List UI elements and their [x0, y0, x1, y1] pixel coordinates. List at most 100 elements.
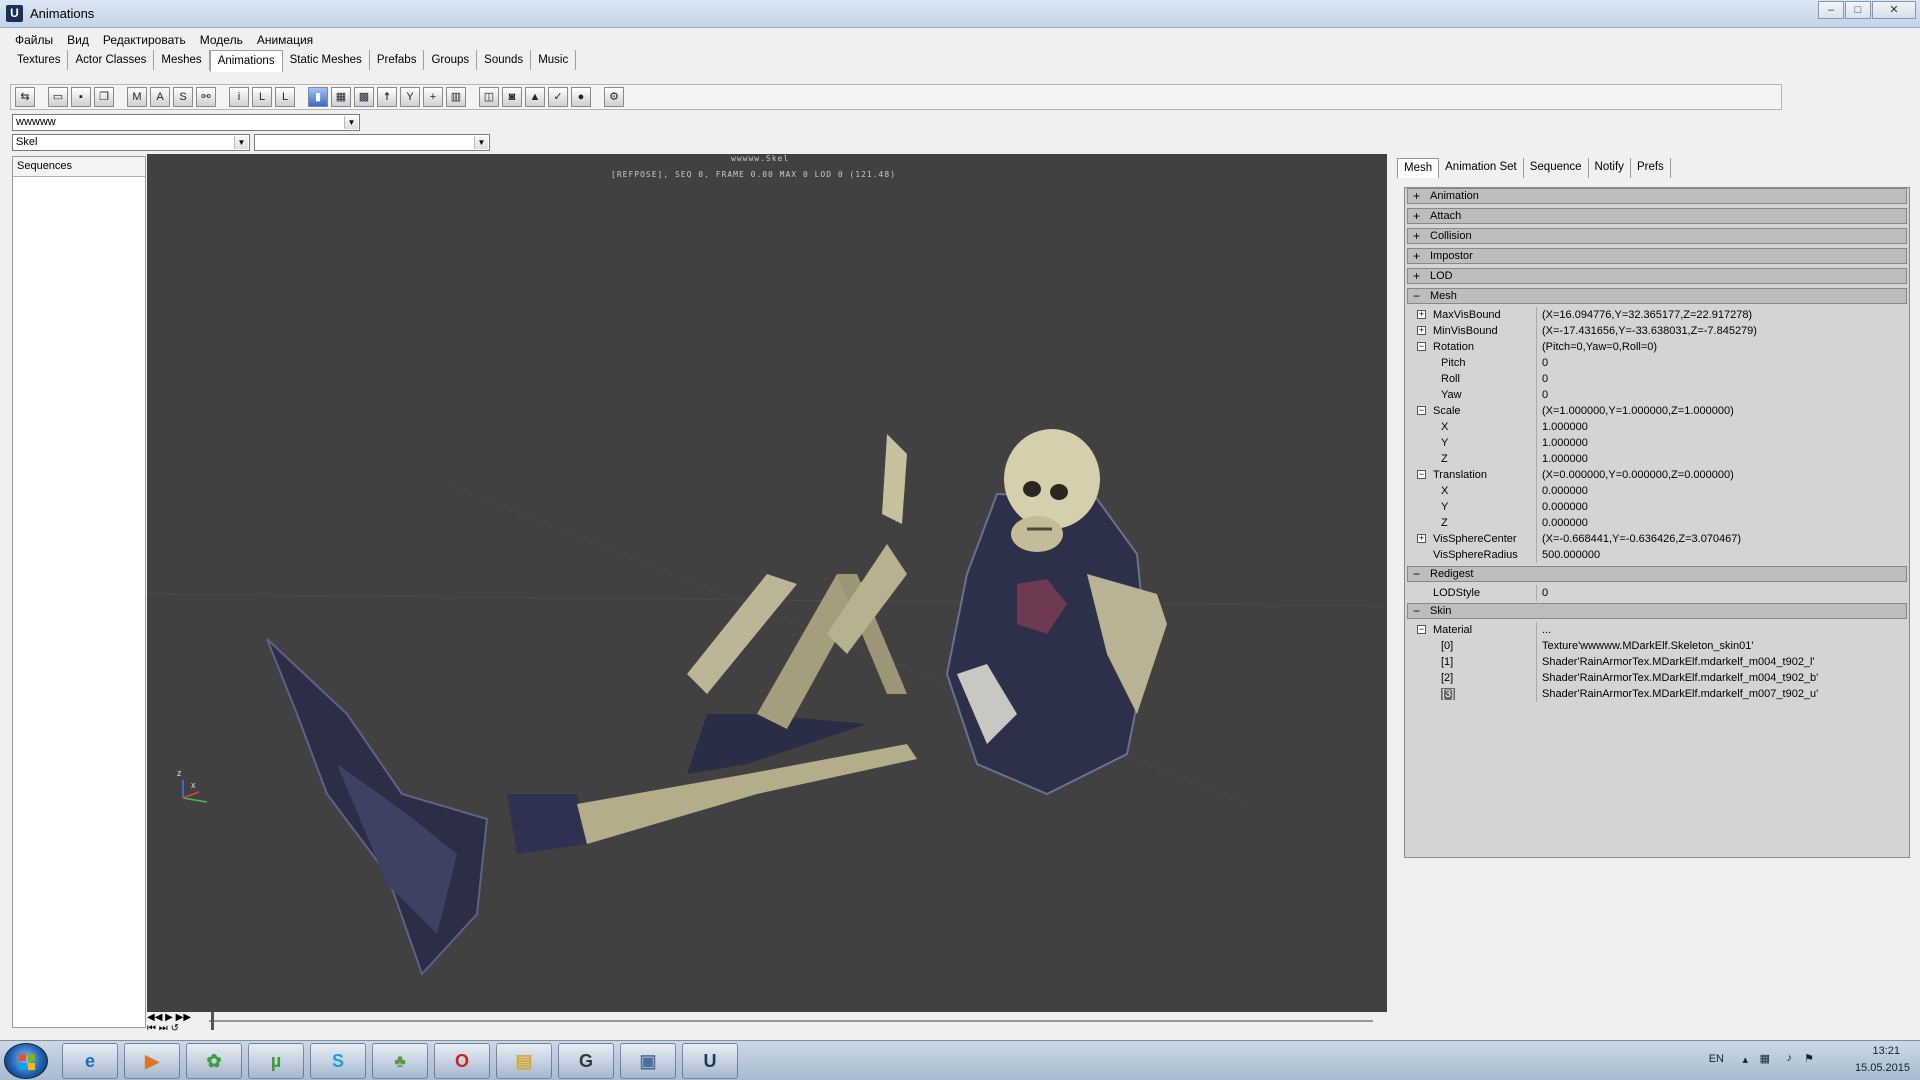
anim-combo[interactable]: Skel ▼ [12, 134, 250, 151]
tab-sequence[interactable]: Sequence [1524, 158, 1589, 178]
expand-icon[interactable]: + [1413, 249, 1420, 263]
property-value[interactable]: (X=1.000000,Y=1.000000,Z=1.000000) [1538, 403, 1734, 419]
property-value[interactable]: ... [1538, 622, 1551, 638]
property-row[interactable]: − Material... [1407, 622, 1907, 638]
window-taskbar-icon[interactable]: ▣ [620, 1043, 676, 1079]
play-button[interactable]: ▶ [165, 1012, 173, 1023]
menu-files[interactable]: Файлы [8, 29, 60, 49]
fast-forward-button[interactable]: ▶▶ [176, 1012, 191, 1023]
property-value[interactable]: Shader'RainArmorTex.MDarkElf.mdarkelf_m0… [1538, 654, 1815, 670]
property-row[interactable]: VisSphereRadius 500.000000 [1407, 547, 1907, 563]
category-attach[interactable]: + Attach [1407, 208, 1907, 224]
volume-icon[interactable]: ♪ [1787, 1052, 1793, 1064]
property-row[interactable]: + VisSphereCenter (X=-0.668441,Y=-0.636426… [1407, 531, 1907, 547]
link-icon[interactable]: ⚯ [196, 87, 216, 107]
tab-animation-set[interactable]: Animation Set [1439, 158, 1524, 178]
explorer-taskbar-icon[interactable]: ▤ [496, 1043, 552, 1079]
icq-taskbar-icon[interactable]: ✿ [186, 1043, 242, 1079]
property-row[interactable]: Y 1.000000 [1407, 435, 1907, 451]
collapse-icon[interactable]: − [1417, 342, 1426, 351]
property-row[interactable]: [2] Shader'RainArmorTex.MDarkElf.mdarkelf… [1407, 670, 1907, 686]
expand-icon[interactable]: + [1413, 209, 1420, 223]
property-value[interactable]: (Pitch=0,Yaw=0,Roll=0) [1538, 339, 1657, 355]
sequence-combo[interactable]: ▼ [254, 134, 490, 151]
chevron-down-icon[interactable]: ▼ [474, 136, 488, 149]
menu-model[interactable]: Модель [193, 29, 250, 49]
property-value[interactable]: (X=-17.431656,Y=-33.638031,Z=-7.845279) [1538, 323, 1757, 339]
property-value[interactable]: Shader'RainArmorTex.MDarkElf.mdarkelf_m0… [1538, 670, 1818, 686]
property-row[interactable]: Z 1.000000 [1407, 451, 1907, 467]
property-value[interactable]: 0 [1538, 355, 1548, 371]
property-row[interactable]: X 1.000000 [1407, 419, 1907, 435]
highlight-icon[interactable]: ▥ [446, 87, 466, 107]
chevron-down-icon[interactable]: ▼ [344, 116, 358, 129]
tab-notify[interactable]: Notify [1589, 158, 1631, 178]
property-value[interactable]: 0 [1538, 387, 1548, 403]
sequences-list[interactable] [13, 178, 145, 1027]
property-value[interactable]: 0.000000 [1538, 483, 1588, 499]
collapse-icon[interactable]: − [1417, 406, 1426, 415]
tab-animations[interactable]: Animations [209, 50, 283, 72]
bones-icon[interactable]: Y [400, 87, 420, 107]
export-icon[interactable]: ◫ [479, 87, 499, 107]
collapse-icon[interactable]: − [1413, 567, 1420, 581]
property-row[interactable]: [1] Shader'RainArmorTex.MDarkElf.mdarkelf… [1407, 654, 1907, 670]
property-row[interactable]: Y 0.000000 [1407, 499, 1907, 515]
bone-icon[interactable]: i [229, 87, 249, 107]
expand-icon[interactable]: + [1413, 229, 1420, 243]
rewind-button[interactable]: ◀◀ [147, 1012, 162, 1023]
grid-icon[interactable]: ▩ [354, 87, 374, 107]
clock-date[interactable]: 15.05.2015 [1855, 1062, 1910, 1074]
property-value[interactable]: (X=16.094776,Y=32.365177,Z=22.917278) [1538, 307, 1752, 323]
property-row-selected[interactable]: [3] Shader'RainArmorTex.MDarkElf.mdarkelf… [1407, 686, 1907, 702]
property-value[interactable]: (X=-0.668441,Y=-0.636426,Z=3.070467) [1538, 531, 1741, 547]
tab-music[interactable]: Music [531, 50, 577, 70]
category-collision[interactable]: + Collision [1407, 228, 1907, 244]
property-value[interactable]: 0 [1538, 585, 1548, 601]
property-row[interactable]: Roll 0 [1407, 371, 1907, 387]
app-taskbar-icon[interactable]: G [558, 1043, 614, 1079]
last-frame-button[interactable]: ⏭ [159, 1023, 168, 1034]
internet-explorer-taskbar-icon[interactable]: e [62, 1043, 118, 1079]
wire-icon[interactable]: ▦ [331, 87, 351, 107]
property-row[interactable]: Pitch 0 [1407, 355, 1907, 371]
first-frame-button[interactable]: ⏮ [147, 1023, 156, 1034]
graph-icon[interactable]: ▲ [525, 87, 545, 107]
language-indicator[interactable]: EN [1709, 1053, 1724, 1065]
collapse-icon[interactable]: − [1417, 625, 1426, 634]
property-value[interactable]: 1.000000 [1538, 435, 1588, 451]
maximize-button[interactable]: □ [1845, 1, 1871, 19]
book-icon[interactable]: ▮ [308, 87, 328, 107]
anim-props-icon[interactable]: A [150, 87, 170, 107]
property-value[interactable]: Texture'wwwww.MDarkElf.Skeleton_skin01' [1538, 638, 1753, 654]
expand-icon[interactable]: + [1417, 310, 1426, 319]
media-player-taskbar-icon[interactable]: ▶ [124, 1043, 180, 1079]
tab-groups[interactable]: Groups [424, 50, 478, 70]
property-value[interactable]: (X=0.000000,Y=0.000000,Z=0.000000) [1538, 467, 1734, 483]
mesh-combo[interactable]: wwwww ▼ [12, 114, 360, 131]
property-row[interactable]: + MinVisBound (X=-17.431656,Y=-33.638031,Z… [1407, 323, 1907, 339]
unreal-taskbar-icon[interactable]: U [682, 1043, 738, 1079]
seq-props-icon[interactable]: S [173, 87, 193, 107]
category-redigest[interactable]: − Redigest [1407, 566, 1907, 582]
expand-icon[interactable]: + [1413, 269, 1420, 283]
tab-static-meshes[interactable]: Static Meshes [283, 50, 370, 70]
tab-meshes[interactable]: Meshes [154, 50, 210, 70]
save-icon[interactable]: ▪ [71, 87, 91, 107]
property-row[interactable]: LODStyle 0 [1407, 585, 1907, 601]
start-button[interactable] [4, 1043, 48, 1079]
category-skin[interactable]: − Skin [1407, 603, 1907, 619]
category-lod[interactable]: + LOD [1407, 268, 1907, 284]
property-value[interactable]: 0 [1538, 371, 1548, 387]
menu-edit[interactable]: Редактировать [96, 29, 193, 49]
copy-icon[interactable]: ❐ [94, 87, 114, 107]
property-row[interactable]: [0] Texture'wwwww.MDarkElf.Skeleton_skin0… [1407, 638, 1907, 654]
flag-icon[interactable]: ⚑ [1804, 1052, 1814, 1065]
tab-actor-classes[interactable]: Actor Classes [68, 50, 155, 70]
property-value[interactable]: 1.000000 [1538, 419, 1588, 435]
show-hidden-icons-icon[interactable]: ▴ [1742, 1053, 1748, 1066]
property-value[interactable]: 500.000000 [1538, 547, 1600, 563]
lod2-icon[interactable]: L [275, 87, 295, 107]
property-row[interactable]: + MaxVisBound (X=16.094776,Y=32.365177,Z=2… [1407, 307, 1907, 323]
camera-icon[interactable]: ◙ [502, 87, 522, 107]
